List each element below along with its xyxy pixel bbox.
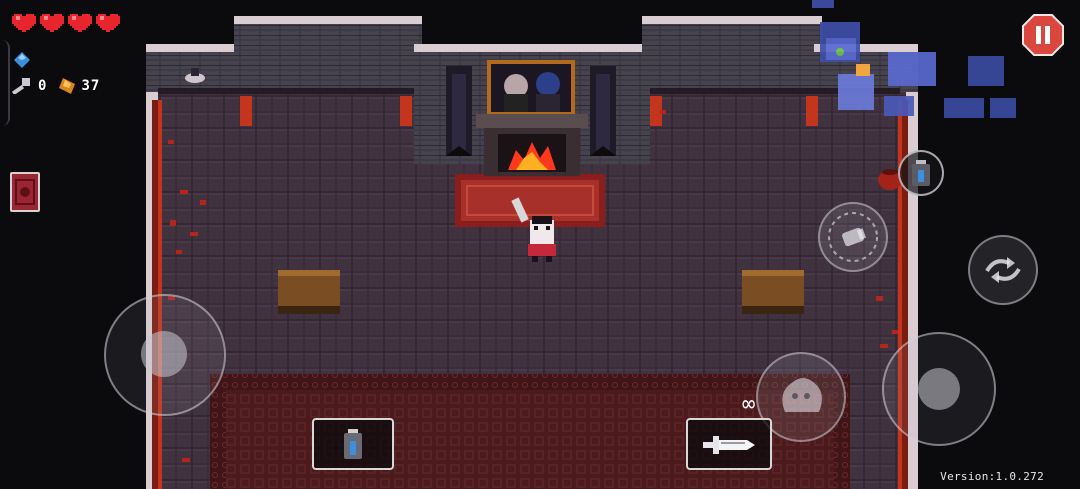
keys-count: 0 [38, 78, 48, 94]
pause-button[interactable] [1022, 14, 1064, 56]
reload-button[interactable] [818, 202, 888, 272]
shells-count: 37 [81, 78, 101, 94]
interact-icon [782, 378, 822, 412]
ammo-count: ∞ [742, 392, 756, 417]
passive-item-card-icon[interactable] [10, 172, 40, 212]
use-item-button[interactable] [898, 150, 944, 196]
resource-counters: 0 37 [12, 78, 100, 94]
version-label: Version:1.0.272 [940, 470, 1044, 483]
sword-gun-icon [703, 436, 755, 454]
heart-full-icon [12, 14, 36, 32]
dodge-roll-button[interactable] [968, 235, 1038, 305]
active-item-slot[interactable] [312, 418, 394, 470]
heart-full-icon [96, 14, 120, 32]
heart-full-icon [68, 14, 92, 32]
dodge-roll-icon [985, 257, 1021, 283]
blank-icon [14, 52, 30, 68]
reload-icon [828, 212, 878, 262]
aim-joystick[interactable] [882, 332, 996, 446]
aim-joystick-knob[interactable] [918, 368, 960, 410]
hud-edge-bracket [0, 40, 10, 126]
health-hearts [12, 12, 120, 32]
movement-joystick-knob[interactable] [141, 331, 187, 377]
weapon-slot[interactable] [686, 418, 772, 470]
canister-icon [912, 160, 930, 186]
key-icon [12, 78, 30, 94]
shell-currency-icon [59, 78, 76, 94]
movement-joystick[interactable] [104, 294, 226, 416]
pause-icon [1022, 14, 1064, 56]
blank-canister-icon [344, 429, 362, 459]
heart-full-icon [40, 14, 64, 32]
